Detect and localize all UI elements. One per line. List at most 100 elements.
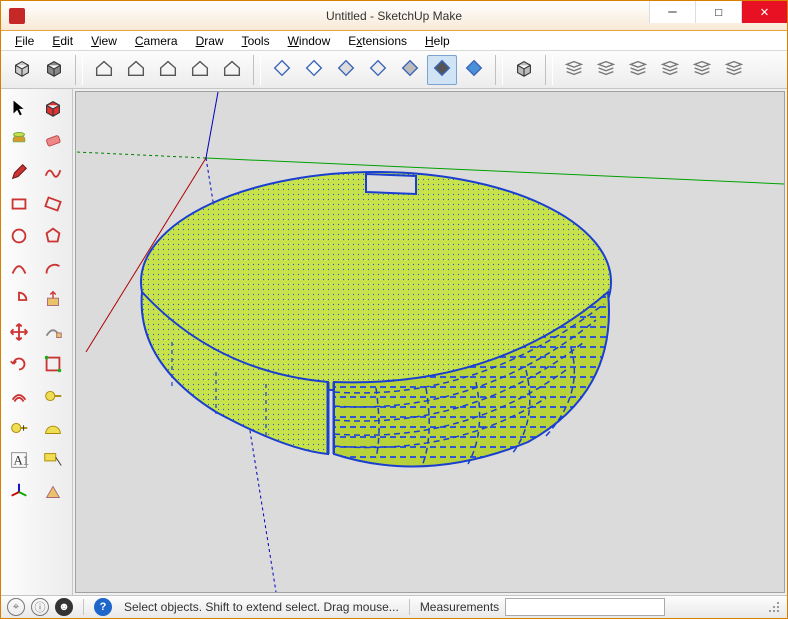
measurements-label: Measurements xyxy=(420,600,499,614)
style-mono-icon xyxy=(399,57,421,82)
model-home-button[interactable] xyxy=(89,55,119,85)
arc-tool-icon xyxy=(8,257,30,282)
menu-tools[interactable]: Tools xyxy=(234,32,278,50)
style-wire-button[interactable] xyxy=(267,55,297,85)
style-xray-icon xyxy=(431,57,453,82)
circle-tool-button[interactable] xyxy=(3,221,35,253)
toolbar-separator xyxy=(75,55,83,85)
model-canvas[interactable] xyxy=(76,92,784,592)
axis-blue xyxy=(206,92,218,158)
component-tool-icon xyxy=(42,97,64,122)
menu-view[interactable]: View xyxy=(83,32,125,50)
model-notch[interactable] xyxy=(366,174,416,194)
credits-icon[interactable]: ⓘ xyxy=(31,598,49,616)
component-browser-icon xyxy=(43,57,65,82)
axes-tool-icon xyxy=(8,481,30,506)
svg-text:A1: A1 xyxy=(14,453,30,467)
layer-1-icon xyxy=(563,57,585,82)
tape-tool-icon xyxy=(42,385,64,410)
style-xray-button[interactable] xyxy=(427,55,457,85)
model-nav-1-icon xyxy=(125,57,147,82)
pie-tool-button[interactable] xyxy=(3,285,35,317)
offset-tool-icon xyxy=(8,385,30,410)
paint-tool-button[interactable] xyxy=(3,125,35,157)
layer-1-button[interactable] xyxy=(559,55,589,85)
arc2-tool-button[interactable] xyxy=(37,253,69,285)
polygon-tool-button[interactable] xyxy=(37,221,69,253)
make-component-button[interactable] xyxy=(7,55,37,85)
pushpull-tool-button[interactable] xyxy=(37,285,69,317)
eraser-tool-button[interactable] xyxy=(37,125,69,157)
style-back-icon xyxy=(463,57,485,82)
tape-tool-button[interactable] xyxy=(37,381,69,413)
rectangle-tool-button[interactable] xyxy=(3,189,35,221)
followme-tool-button[interactable] xyxy=(37,317,69,349)
scale-tool-icon xyxy=(42,353,64,378)
style-mono-button[interactable] xyxy=(395,55,425,85)
select-tool-button[interactable] xyxy=(3,93,35,125)
protractor-tool-icon xyxy=(42,417,64,442)
rotated-rect-tool-button[interactable] xyxy=(37,189,69,221)
dimension-tool-icon xyxy=(8,417,30,442)
toolbar-separator xyxy=(495,55,503,85)
style-hidden-button[interactable] xyxy=(299,55,329,85)
resize-grip[interactable] xyxy=(767,600,781,614)
close-button[interactable]: ✕ xyxy=(741,1,787,23)
menu-help[interactable]: Help xyxy=(417,32,458,50)
layer-4-icon xyxy=(659,57,681,82)
measurements-input[interactable] xyxy=(505,598,665,616)
axis-green-neg xyxy=(76,152,206,158)
scale-tool-button[interactable] xyxy=(37,349,69,381)
menu-extensions[interactable]: Extensions xyxy=(340,32,415,50)
app-icon xyxy=(9,8,25,24)
style-back-button[interactable] xyxy=(459,55,489,85)
text-tool-button[interactable]: A1 xyxy=(3,445,35,477)
layer-6-button[interactable] xyxy=(719,55,749,85)
offset-tool-button[interactable] xyxy=(3,381,35,413)
model-home-icon xyxy=(93,57,115,82)
freehand-tool-button[interactable] xyxy=(37,157,69,189)
style-shaded-button[interactable] xyxy=(331,55,361,85)
style-wire-icon xyxy=(271,57,293,82)
dimension-tool-button[interactable] xyxy=(3,413,35,445)
scene-thumb-button[interactable] xyxy=(509,55,539,85)
separator xyxy=(83,599,84,615)
menu-camera[interactable]: Camera xyxy=(127,32,186,50)
protractor-tool-button[interactable] xyxy=(37,413,69,445)
minimize-button[interactable]: — xyxy=(649,1,695,23)
arc-tool-button[interactable] xyxy=(3,253,35,285)
section-tool-icon xyxy=(42,481,64,506)
style-shaded-tex-button[interactable] xyxy=(363,55,393,85)
model-nav-2-button[interactable] xyxy=(153,55,183,85)
model-nav-4-icon xyxy=(221,57,243,82)
menu-window[interactable]: Window xyxy=(280,32,339,50)
user-icon[interactable]: ☻ xyxy=(55,598,73,616)
label-tool-button[interactable] xyxy=(37,445,69,477)
maximize-button[interactable]: ☐ xyxy=(695,1,741,23)
axes-tool-button[interactable] xyxy=(3,477,35,509)
label-tool-icon xyxy=(42,449,64,474)
section-tool-button[interactable] xyxy=(37,477,69,509)
menu-file[interactable]: File xyxy=(7,32,42,50)
component-tool-button[interactable] xyxy=(37,93,69,125)
viewport[interactable] xyxy=(75,91,785,593)
geo-icon[interactable]: ⌖ xyxy=(7,598,25,616)
model-nav-1-button[interactable] xyxy=(121,55,151,85)
model-nav-3-icon xyxy=(189,57,211,82)
layer-2-button[interactable] xyxy=(591,55,621,85)
menu-draw[interactable]: Draw xyxy=(188,32,232,50)
model-nav-2-icon xyxy=(157,57,179,82)
menu-edit[interactable]: Edit xyxy=(44,32,81,50)
style-hidden-icon xyxy=(303,57,325,82)
layer-2-icon xyxy=(595,57,617,82)
move-tool-button[interactable] xyxy=(3,317,35,349)
component-browser-button[interactable] xyxy=(39,55,69,85)
layer-3-button[interactable] xyxy=(623,55,653,85)
model-nav-4-button[interactable] xyxy=(217,55,247,85)
layer-4-button[interactable] xyxy=(655,55,685,85)
rotate-tool-button[interactable] xyxy=(3,349,35,381)
line-tool-button[interactable] xyxy=(3,157,35,189)
help-icon[interactable]: ? xyxy=(94,598,112,616)
layer-5-button[interactable] xyxy=(687,55,717,85)
model-nav-3-button[interactable] xyxy=(185,55,215,85)
